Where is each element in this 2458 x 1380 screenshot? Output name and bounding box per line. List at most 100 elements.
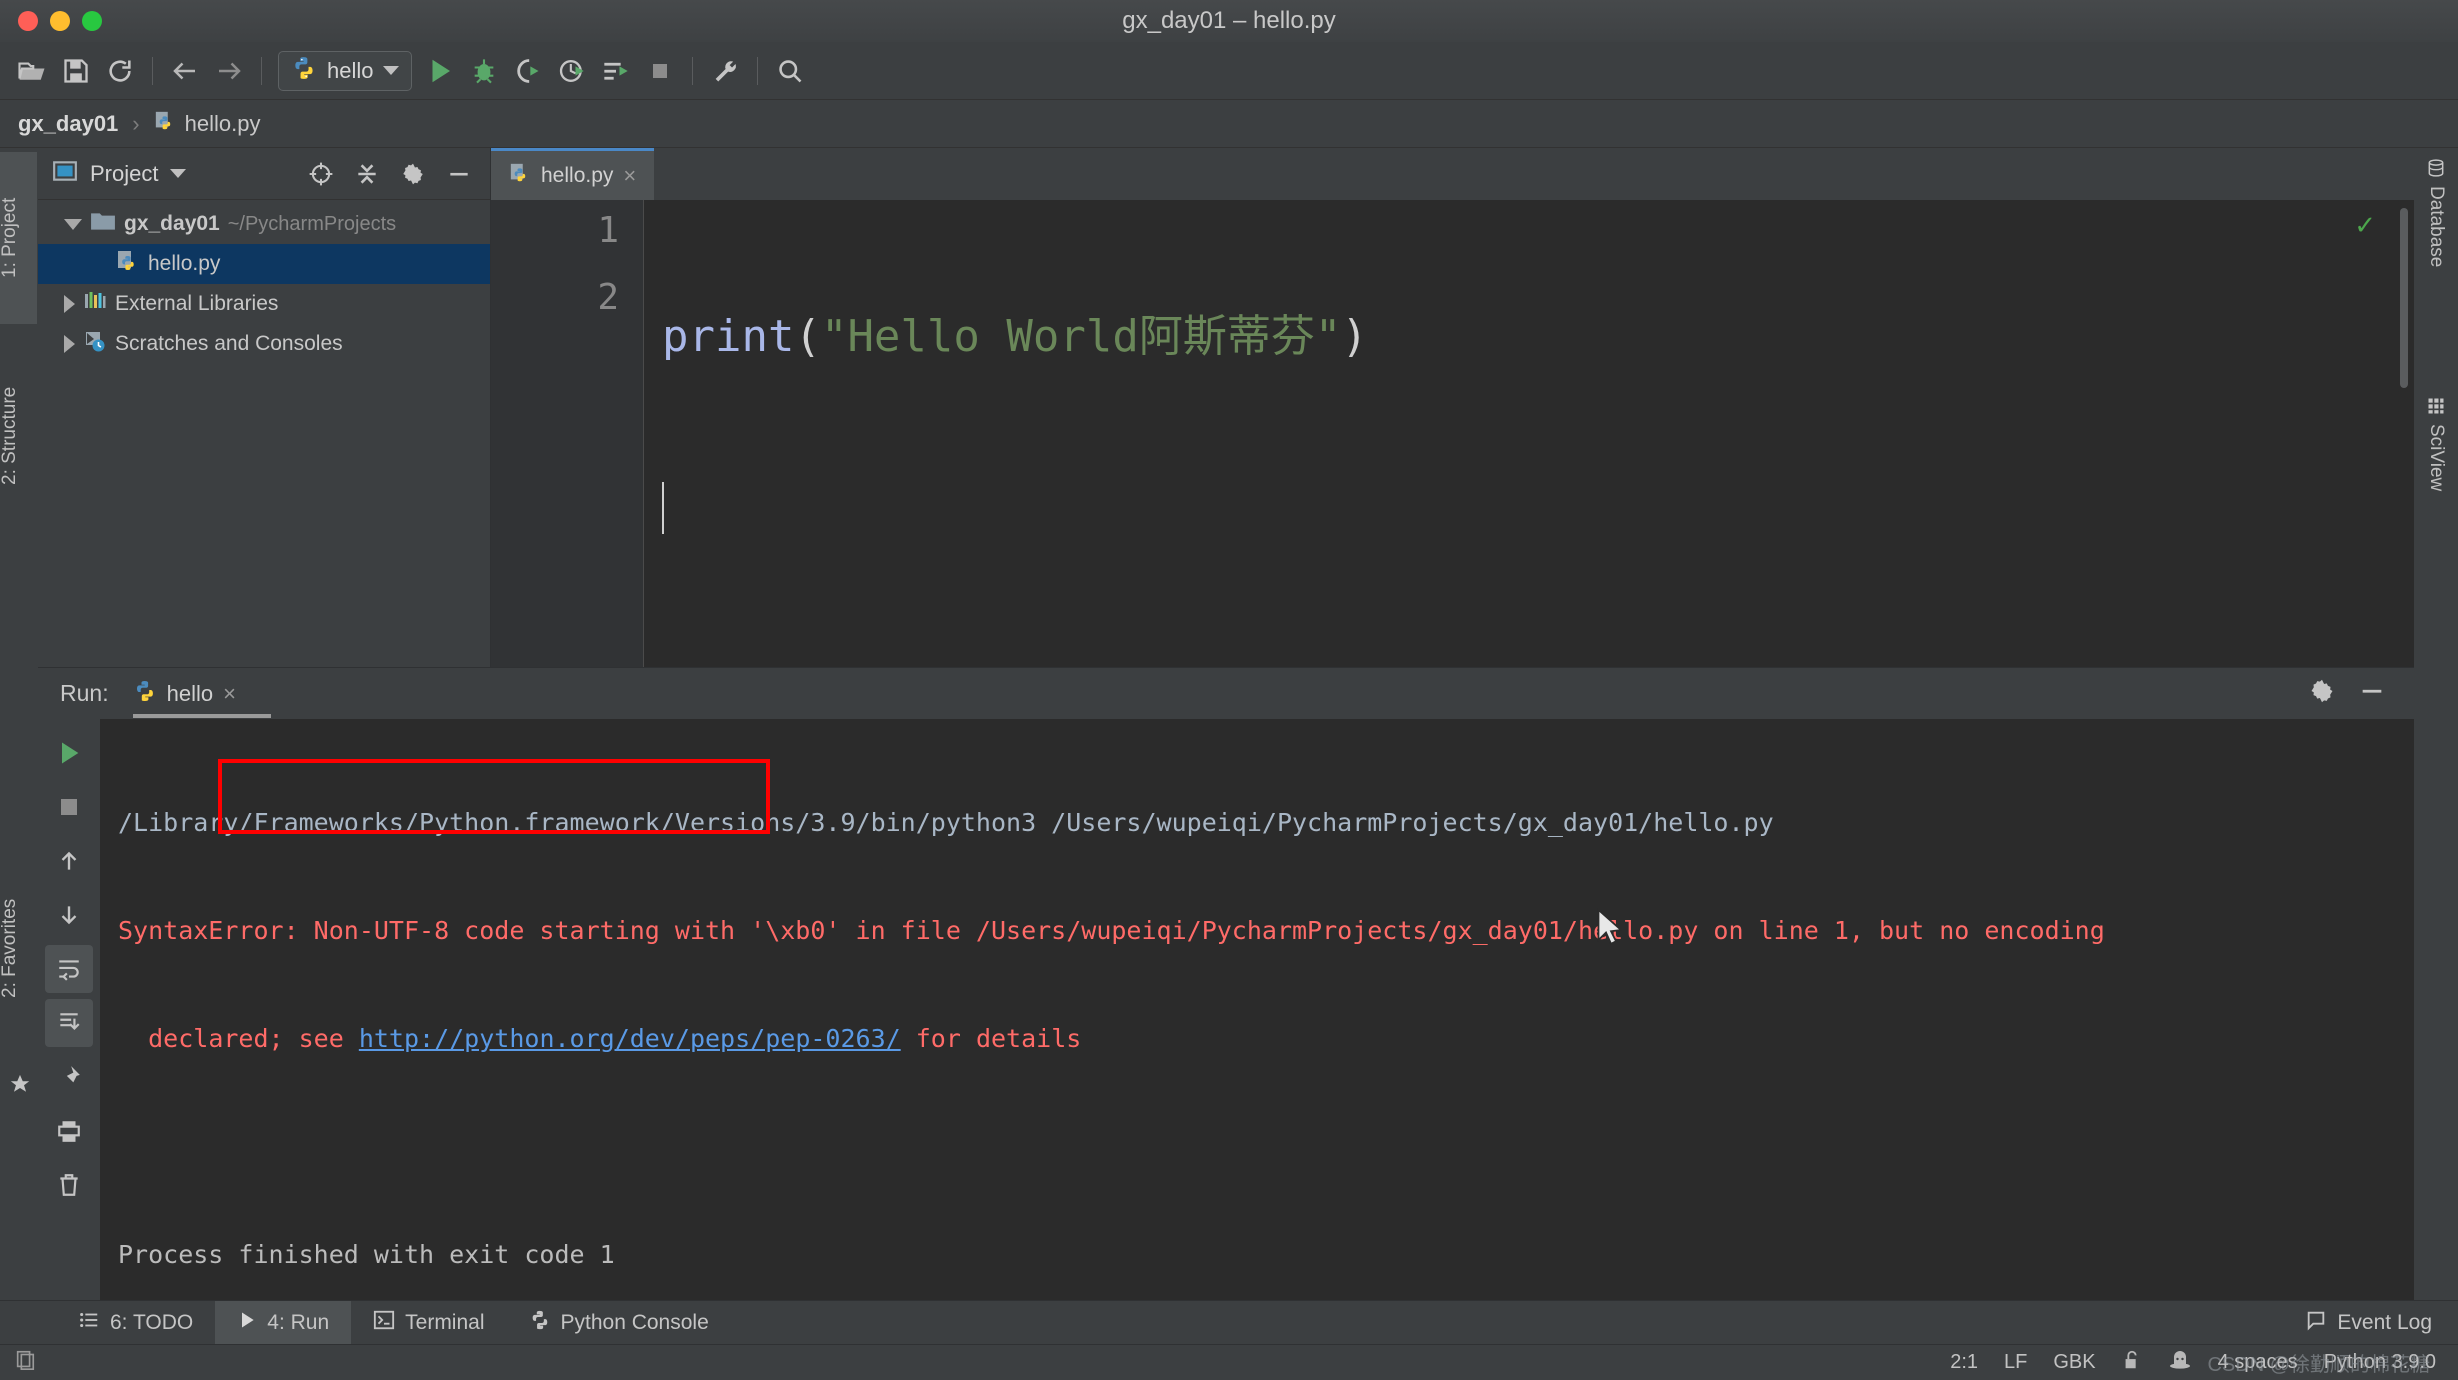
toolbar-divider	[152, 56, 153, 85]
python-file-icon	[154, 110, 176, 138]
rail-label-structure: 2: Structure	[0, 386, 20, 486]
save-icon[interactable]	[54, 49, 98, 93]
terminal-icon	[373, 1309, 395, 1337]
run-icon[interactable]	[418, 49, 462, 93]
project-tool-window: Project gx_day01 ~/PycharmProjects hello…	[38, 148, 491, 667]
text-caret	[662, 482, 664, 534]
chevron-down-icon[interactable]	[64, 218, 82, 230]
run-side-toolbar	[38, 719, 101, 1310]
close-icon[interactable]: ×	[623, 163, 636, 189]
caret-position[interactable]: 2:1	[1950, 1351, 1978, 1374]
debug-icon[interactable]	[462, 49, 506, 93]
file-encoding[interactable]: GBK	[2053, 1351, 2095, 1374]
pep-263-link[interactable]: http://python.org/dev/peps/pep-0263/	[359, 1024, 901, 1053]
bottom-tab-terminal[interactable]: Terminal	[351, 1301, 506, 1345]
breadcrumb: gx_day01 › hello.py	[0, 100, 2458, 148]
breadcrumb-file[interactable]: hello.py	[154, 110, 260, 138]
chevron-right-icon[interactable]	[64, 335, 75, 353]
stop-icon[interactable]	[45, 783, 93, 831]
breadcrumb-project[interactable]: gx_day01	[18, 111, 118, 137]
hector-hat-icon[interactable]	[2168, 1349, 2192, 1377]
run-console-output[interactable]: /Library/Frameworks/Python.framework/Ver…	[100, 719, 2414, 1300]
code-line-1: print("Hello World阿斯蒂芬")	[662, 302, 2414, 372]
toolbar-divider-4	[757, 56, 759, 85]
tree-node-scratches[interactable]: Scratches and Consoles	[38, 324, 490, 364]
sidebar-item-favorites[interactable]: 2: Favorites	[0, 848, 37, 1048]
todo-list-icon	[78, 1309, 100, 1337]
pin-icon[interactable]	[45, 1053, 93, 1101]
soft-wrap-icon[interactable]	[45, 945, 93, 993]
mouse-cursor	[1597, 908, 1624, 945]
line-number: 1	[597, 210, 619, 251]
forward-arrow-icon[interactable]	[207, 49, 251, 93]
sidebar-item-sciview[interactable]: SciView	[2416, 396, 2456, 596]
run-coverage-icon[interactable]	[506, 49, 550, 93]
code-content[interactable]: print("Hello World阿斯蒂芬")	[644, 200, 2414, 667]
locate-target-icon[interactable]	[304, 157, 338, 191]
line-number: 2	[597, 277, 619, 318]
console-error-line: SyntaxError: Non-UTF-8 code starting wit…	[118, 916, 2105, 945]
open-folder-icon[interactable]	[10, 49, 54, 93]
sync-icon[interactable]	[98, 49, 142, 93]
show-tool-windows-icon[interactable]	[14, 1349, 36, 1376]
line-separator[interactable]: LF	[2004, 1351, 2027, 1374]
collapse-all-icon[interactable]	[350, 157, 384, 191]
tree-node-external-libraries[interactable]: External Libraries	[38, 284, 490, 324]
gear-icon[interactable]	[396, 157, 430, 191]
gear-icon[interactable]	[2308, 677, 2336, 710]
bottom-tab-run[interactable]: 4: Run	[215, 1300, 352, 1345]
left-tool-rail: 1: Project 2: Structure 2: Favorites	[0, 148, 39, 1300]
right-tool-rail: Database SciView	[2413, 148, 2458, 1300]
scratches-icon	[83, 329, 107, 359]
chevron-right-icon[interactable]	[64, 295, 75, 313]
minimize-icon[interactable]	[2358, 677, 2386, 710]
toolbar-divider-3	[692, 56, 694, 85]
favorites-star-icon[interactable]	[9, 1073, 31, 1100]
trash-icon[interactable]	[45, 1161, 93, 1209]
console-exit-message: Process finished with exit code 1	[118, 1240, 615, 1269]
code-token-paren-close: )	[1341, 311, 1368, 362]
settings-wrench-icon[interactable]	[703, 49, 747, 93]
run-tab-hello[interactable]: hello ×	[127, 668, 271, 720]
tab-hello-py[interactable]: hello.py ×	[491, 148, 655, 200]
run-with-console-icon[interactable]	[594, 49, 638, 93]
event-log-button[interactable]: Event Log	[2305, 1309, 2458, 1336]
minimize-icon[interactable]	[442, 157, 476, 191]
back-arrow-icon[interactable]	[163, 49, 207, 93]
search-icon[interactable]	[768, 49, 812, 93]
tree-node-hello-py[interactable]: hello.py	[38, 244, 490, 284]
console-error-suffix: for details	[900, 1024, 1082, 1053]
unlocked-padlock-icon[interactable]	[2122, 1349, 2142, 1377]
editor-scrollbar[interactable]	[2400, 208, 2408, 388]
close-icon[interactable]: ×	[223, 681, 236, 707]
inspection-status-icon[interactable]: ✓	[2354, 210, 2376, 241]
stop-icon[interactable]	[638, 49, 682, 93]
tab-label: hello.py	[541, 163, 614, 187]
sidebar-item-structure[interactable]: 2: Structure	[0, 338, 37, 534]
bottom-tab-label: 6: TODO	[110, 1310, 194, 1334]
bottom-tab-label: Terminal	[405, 1310, 485, 1334]
profile-icon[interactable]	[550, 49, 594, 93]
editor-gutter: 1 2	[491, 200, 644, 667]
python-icon	[529, 1309, 551, 1337]
sidebar-item-database[interactable]: Database	[2416, 158, 2456, 378]
bottom-tab-todo[interactable]: 6: TODO	[56, 1301, 215, 1345]
chevron-down-icon[interactable]	[170, 169, 187, 178]
chevron-down-icon[interactable]	[383, 66, 400, 75]
project-panel-title: Project	[90, 160, 159, 186]
run-tab-underline	[132, 713, 271, 718]
code-line-2	[662, 474, 2414, 544]
bottom-tab-python-console[interactable]: Python Console	[507, 1301, 731, 1345]
print-icon[interactable]	[45, 1107, 93, 1155]
pycharm-window: gx_day01 – hello.py hello gx_day01 › hel…	[0, 0, 2458, 1380]
run-configuration-selector[interactable]: hello	[278, 50, 413, 91]
down-arrow-icon[interactable]	[45, 891, 93, 939]
sidebar-item-project[interactable]: 1: Project	[0, 152, 37, 324]
run-panel-header: Run: hello ×	[38, 667, 2414, 719]
rerun-icon[interactable]	[45, 729, 93, 777]
bottom-tab-label: Python Console	[560, 1310, 709, 1334]
up-arrow-icon[interactable]	[45, 837, 93, 885]
scroll-to-end-icon[interactable]	[45, 999, 93, 1047]
console-command-line: /Library/Frameworks/Python.framework/Ver…	[118, 808, 1774, 837]
tree-node-gx-day01[interactable]: gx_day01 ~/PycharmProjects	[38, 204, 490, 244]
